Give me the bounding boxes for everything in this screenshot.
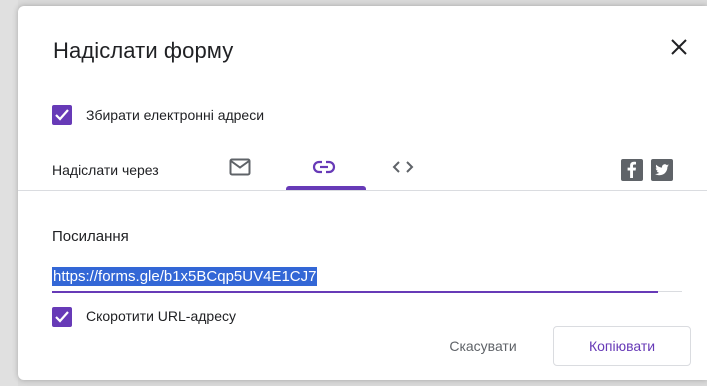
embed-code-icon	[392, 161, 414, 173]
send-form-dialog: Надіслати форму Збирати електронні адрес…	[18, 6, 707, 380]
tab-embed[interactable]	[392, 158, 414, 181]
copy-button[interactable]: Копіювати	[553, 326, 691, 366]
collect-emails-label: Збирати електронні адреси	[86, 107, 265, 123]
mail-icon	[229, 158, 251, 176]
background-edge	[0, 0, 18, 386]
close-button[interactable]	[666, 34, 692, 60]
tab-email[interactable]	[229, 158, 251, 181]
send-via-label: Надіслати через	[52, 162, 159, 178]
facebook-icon	[627, 161, 636, 178]
twitter-icon	[655, 164, 669, 176]
shorten-url-checkbox[interactable]	[52, 307, 72, 327]
link-section-heading: Посилання	[52, 228, 129, 245]
url-field-underline-rest	[658, 291, 682, 292]
cancel-button[interactable]: Скасувати	[428, 326, 538, 366]
close-icon	[671, 39, 687, 55]
link-icon	[312, 160, 336, 174]
shorten-url-label: Скоротити URL-адресу	[86, 308, 236, 324]
share-url-text[interactable]: https://forms.gle/b1x5BCqp5UV4E1CJ7	[52, 267, 318, 286]
tab-link[interactable]	[312, 158, 336, 181]
collect-emails-checkbox[interactable]	[52, 105, 72, 125]
checkmark-icon	[55, 311, 69, 323]
url-field-underline	[52, 291, 658, 293]
screen: Надіслати форму Збирати електронні адрес…	[0, 0, 707, 386]
share-twitter-button[interactable]	[651, 159, 673, 181]
share-facebook-button[interactable]	[621, 159, 643, 181]
share-url-field[interactable]: https://forms.gle/b1x5BCqp5UV4E1CJ7	[52, 263, 682, 297]
checkmark-icon	[55, 109, 69, 121]
tabs-divider	[18, 190, 707, 191]
dialog-title: Надіслати форму	[53, 38, 234, 63]
